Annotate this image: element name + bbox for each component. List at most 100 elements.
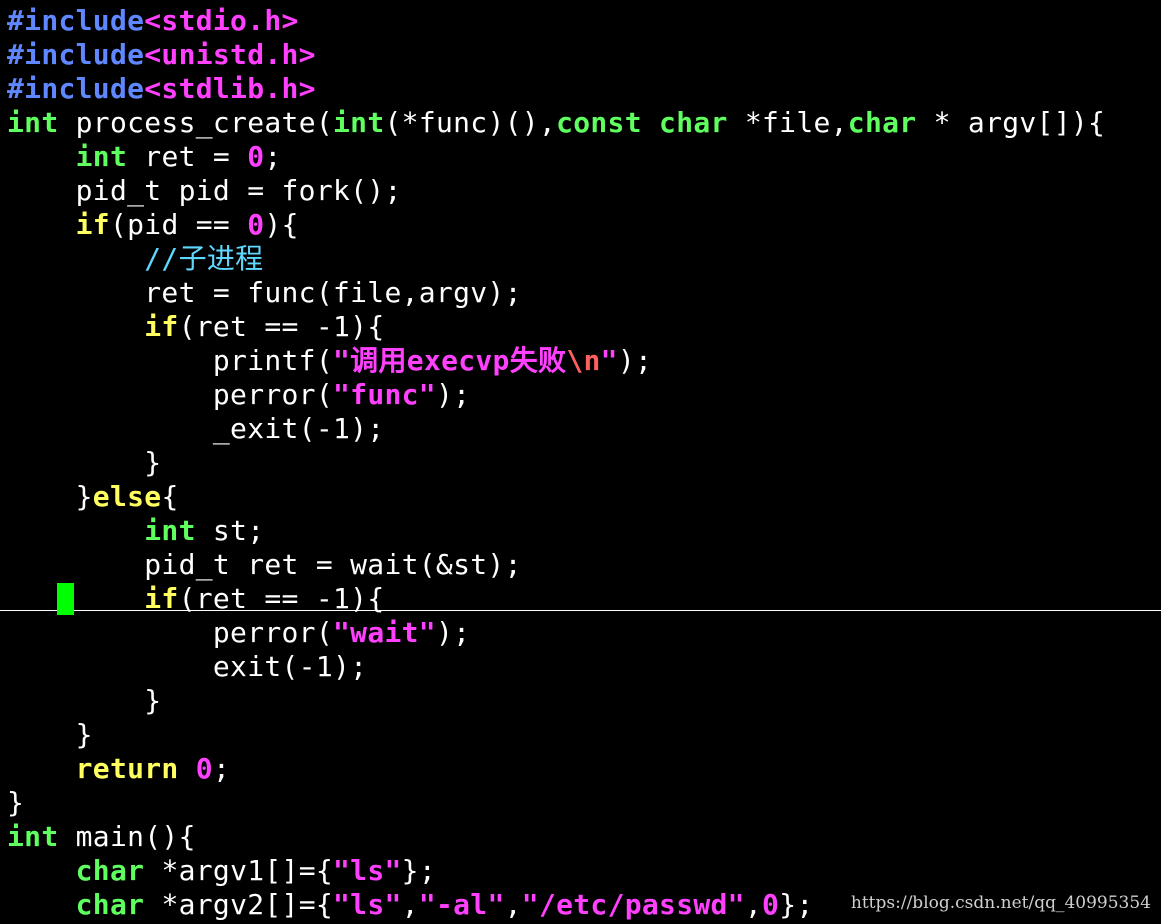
code-token-string: "/etc/passwd" bbox=[521, 888, 745, 921]
code-token-normal: perror( bbox=[7, 616, 333, 649]
code-token-string: "ls" bbox=[333, 888, 402, 921]
code-line: #include<stdio.h> bbox=[7, 4, 299, 38]
code-token-normal: main(){ bbox=[58, 820, 196, 853]
code-token-normal: _exit(-1); bbox=[7, 412, 385, 445]
code-line: int main(){ bbox=[7, 820, 196, 854]
code-line: } bbox=[7, 446, 161, 480]
code-token-type: int bbox=[7, 820, 59, 853]
code-token-normal: *argv2[]={ bbox=[144, 888, 334, 921]
code-token-normal: pid_t pid = fork(); bbox=[7, 174, 402, 207]
code-token-type: char bbox=[847, 106, 917, 139]
code-token-normal: , bbox=[744, 888, 763, 921]
code-line: int st; bbox=[7, 514, 264, 548]
code-token-preproc: #include bbox=[7, 38, 145, 71]
code-token-number: 0 bbox=[247, 208, 265, 241]
code-token-type: const bbox=[556, 106, 642, 139]
code-token-normal: ret = func(file,argv); bbox=[7, 276, 522, 309]
code-line: }else{ bbox=[7, 480, 179, 514]
code-token-normal: * argv[]){ bbox=[916, 106, 1106, 139]
code-token-normal: , bbox=[504, 888, 522, 921]
code-token-type: int bbox=[75, 140, 128, 173]
code-token-preproc: #include bbox=[7, 72, 145, 105]
code-line: printf("调用execvp失败\n"); bbox=[7, 344, 652, 378]
code-line: if(ret == -1){ bbox=[7, 310, 384, 344]
code-token-normal bbox=[7, 310, 144, 343]
code-token-type: int bbox=[144, 514, 196, 547]
code-token-normal: process_create( bbox=[58, 106, 334, 139]
code-token-comment: //子进程 bbox=[144, 242, 264, 275]
code-token-preproc: #include bbox=[7, 4, 145, 37]
code-line: _exit(-1); bbox=[7, 412, 384, 446]
code-token-normal bbox=[7, 752, 76, 785]
code-token-normal: } bbox=[7, 786, 25, 819]
code-token-normal: { bbox=[161, 480, 179, 513]
code-line: int ret = 0; bbox=[7, 140, 282, 174]
code-line: pid_t ret = wait(&st); bbox=[7, 548, 522, 582]
code-line: //子进程 bbox=[7, 242, 263, 276]
code-line: } bbox=[7, 718, 93, 752]
code-token-normal: *argv1[]={ bbox=[144, 854, 334, 887]
code-line: pid_t pid = fork(); bbox=[7, 174, 402, 208]
code-token-normal: (*func)(), bbox=[384, 106, 557, 139]
code-token-normal bbox=[7, 888, 76, 921]
code-token-normal: }; bbox=[779, 888, 814, 921]
code-token-normal: } bbox=[7, 684, 162, 717]
code-token-header: <unistd.h> bbox=[144, 38, 316, 71]
code-token-normal bbox=[7, 242, 144, 275]
code-token-type: int bbox=[7, 106, 59, 139]
code-token-normal: (ret == -1){ bbox=[178, 310, 385, 343]
code-token-header: <stdlib.h> bbox=[144, 72, 316, 105]
code-token-normal bbox=[179, 752, 196, 785]
code-token-keyword: return bbox=[75, 752, 179, 785]
code-line: } bbox=[7, 684, 161, 718]
code-token-normal: perror( bbox=[7, 378, 333, 411]
code-token-normal bbox=[7, 514, 144, 547]
code-token-keyword: if bbox=[75, 208, 110, 241]
code-token-normal: ); bbox=[435, 616, 471, 649]
code-line: ret = func(file,argv); bbox=[7, 276, 522, 310]
code-token-normal: ; bbox=[212, 752, 231, 785]
code-token-special: \n bbox=[566, 344, 601, 377]
code-line: perror("wait"); bbox=[7, 616, 470, 650]
code-line: #include<unistd.h> bbox=[7, 38, 316, 72]
code-token-string: "func" bbox=[333, 378, 436, 411]
code-token-normal bbox=[7, 854, 76, 887]
code-line: char *argv1[]={"ls"}; bbox=[7, 854, 436, 888]
code-token-normal: *file, bbox=[727, 106, 848, 139]
code-token-normal: ret = bbox=[127, 140, 248, 173]
code-token-string: " bbox=[600, 344, 618, 377]
code-token-header: <stdio.h> bbox=[144, 4, 299, 37]
code-token-normal: ){ bbox=[264, 208, 299, 241]
code-token-normal: pid_t ret = wait(&st); bbox=[7, 548, 522, 581]
code-token-number: 0 bbox=[247, 140, 265, 173]
code-token-normal: , bbox=[401, 888, 419, 921]
code-line: int process_create(int(*func)(),const ch… bbox=[7, 106, 1105, 140]
code-token-keyword: else bbox=[92, 480, 162, 513]
code-token-normal: }; bbox=[401, 854, 436, 887]
code-line: if(pid == 0){ bbox=[7, 208, 299, 242]
code-token-type: char bbox=[659, 106, 728, 139]
code-token-normal: ); bbox=[617, 344, 653, 377]
code-token-normal: st; bbox=[195, 514, 265, 547]
code-token-normal bbox=[7, 208, 76, 241]
code-token-string: "-al" bbox=[418, 888, 505, 921]
code-token-type: int bbox=[333, 106, 385, 139]
code-editor[interactable]: #include<stdio.h> #include<unistd.h> #incl… bbox=[0, 0, 1161, 924]
code-line: } bbox=[7, 786, 24, 820]
code-token-normal: } bbox=[7, 480, 93, 513]
code-token-type: char bbox=[75, 888, 145, 921]
code-token-number: 0 bbox=[762, 888, 780, 921]
code-line: return 0; bbox=[7, 752, 230, 786]
code-token-normal: } bbox=[7, 446, 162, 479]
code-token-normal: } bbox=[7, 718, 93, 751]
code-token-type: char bbox=[75, 854, 145, 887]
text-cursor bbox=[57, 583, 74, 615]
code-token-string: "调用execvp失败 bbox=[333, 344, 567, 377]
code-line: exit(-1); bbox=[7, 650, 367, 684]
code-token-normal: exit(-1); bbox=[7, 650, 368, 683]
code-token-normal bbox=[7, 140, 76, 173]
code-token-string: "ls" bbox=[333, 854, 402, 887]
code-line: perror("func"); bbox=[7, 378, 470, 412]
code-token-normal: printf( bbox=[7, 344, 333, 377]
code-line: char *argv2[]={"ls","-al","/etc/passwd",… bbox=[7, 888, 814, 922]
